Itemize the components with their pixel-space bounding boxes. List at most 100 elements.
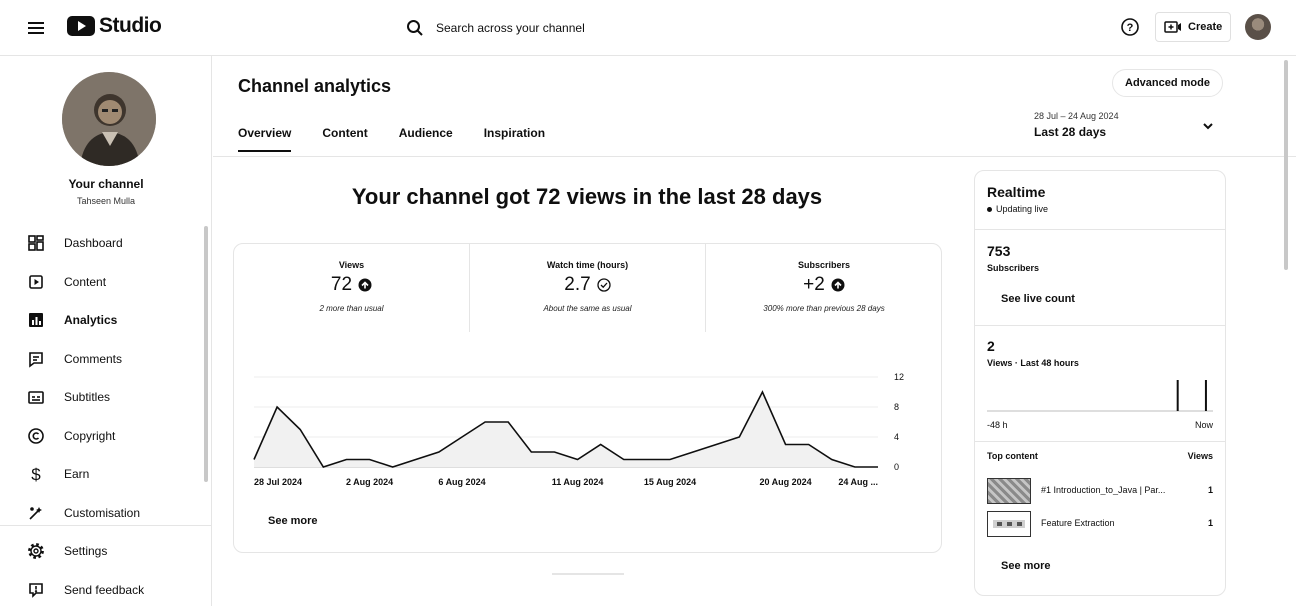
realtime-divider — [975, 325, 1225, 326]
see-more-button[interactable]: See more — [989, 553, 1063, 579]
sidebar: Your channel Tahseen Mulla Dashboard Con… — [0, 56, 212, 606]
live-dot-icon — [987, 206, 992, 212]
overview-card: Views 72 2 more than usual Watch time (h… — [233, 243, 942, 553]
metric-value: 72 — [330, 274, 353, 295]
search-input[interactable] — [436, 21, 856, 35]
analytics-icon — [26, 310, 46, 330]
realtime-bar — [1176, 380, 1179, 411]
realtime-title: Realtime — [987, 184, 1046, 200]
sidebar-item-comments[interactable]: Comments — [0, 340, 212, 379]
tab-audience[interactable]: Audience — [399, 126, 453, 152]
date-range-label: Last 28 days — [1034, 125, 1107, 139]
sidebar-item-content[interactable]: Content — [0, 263, 212, 302]
copyright-icon — [26, 426, 46, 446]
sidebar-item-label: Earn — [64, 467, 90, 482]
metric-note: 300% more than previous 28 days — [763, 304, 885, 313]
check-circle-icon — [597, 278, 611, 292]
x-tick-label: 20 Aug 2024 — [759, 477, 811, 487]
top-content-row[interactable]: #1 Introduction_to_Java | Par... 1 — [987, 478, 1213, 504]
customisation-icon — [26, 503, 46, 523]
realtime-axis-end: Now — [1194, 420, 1213, 430]
top-content-title: #1 Introduction_to_Java | Par... — [1041, 485, 1166, 495]
x-tick-label: 6 Aug 2024 — [438, 477, 485, 487]
sidebar-scrollbar[interactable] — [204, 226, 208, 482]
realtime-divider — [975, 229, 1225, 230]
advanced-mode-button[interactable]: Advanced mode — [1112, 69, 1223, 97]
subtitles-icon — [26, 387, 46, 407]
sidebar-nav: Dashboard Content Analytics Comments Sub… — [0, 224, 212, 532]
realtime-card: Realtime Updating live 753 Subscribers S… — [974, 170, 1226, 596]
realtime-axis-start: -48 h — [987, 420, 1008, 430]
metric-views[interactable]: Views 72 2 more than usual — [234, 244, 470, 332]
search-bar[interactable] — [392, 8, 904, 48]
metric-watch-time[interactable]: Watch time (hours) 2.7 About the same as… — [470, 244, 706, 332]
analytics-headline: Your channel got 72 views in the last 28… — [351, 184, 823, 209]
arrow-up-circle-icon — [358, 278, 372, 292]
see-more-button[interactable]: See more — [256, 508, 330, 534]
y-tick-label: 4 — [894, 432, 899, 442]
sidebar-item-customisation[interactable]: Customisation — [0, 494, 212, 533]
analytics-tabs: Overview Content Audience Inspiration — [238, 126, 576, 152]
metric-value: 2.7 — [564, 274, 591, 295]
logo-text: Studio — [99, 14, 162, 37]
sidebar-item-analytics[interactable]: Analytics — [0, 301, 212, 340]
sidebar-item-label: Content — [64, 274, 107, 289]
sidebar-divider — [0, 525, 212, 526]
realtime-divider — [975, 441, 1225, 442]
metric-subscribers[interactable]: Subscribers +2 300% more than previous 2… — [706, 244, 942, 332]
channel-avatar[interactable] — [62, 72, 156, 166]
metric-value: +2 — [803, 274, 825, 295]
sidebar-item-label: Subtitles — [64, 390, 111, 405]
feedback-icon — [26, 580, 46, 600]
menu-icon[interactable] — [24, 16, 48, 40]
comments-icon — [26, 349, 46, 369]
sidebar-item-label: Send feedback — [64, 582, 145, 597]
sidebar-item-send-feedback[interactable]: Send feedback — [0, 571, 212, 606]
realtime-views-chart[interactable] — [987, 376, 1213, 412]
sidebar-item-copyright[interactable]: Copyright — [0, 417, 212, 456]
date-range-dates: 28 Jul – 24 Aug 2024 — [1034, 111, 1119, 121]
sidebar-item-earn[interactable]: $ Earn — [0, 455, 212, 494]
tab-content[interactable]: Content — [322, 126, 367, 152]
create-label: Create — [1188, 21, 1223, 33]
youtube-logo-icon — [67, 16, 95, 36]
pagination-indicator — [552, 573, 624, 575]
video-thumbnail — [987, 511, 1031, 537]
realtime-subscribers-value: 753 — [987, 243, 1011, 259]
sidebar-item-settings[interactable]: Settings — [0, 532, 212, 571]
sidebar-bottom-nav: Settings Send feedback — [0, 532, 212, 606]
x-tick-label: 24 Aug ... — [838, 477, 878, 487]
content-icon — [26, 272, 46, 292]
y-tick-label: 0 — [894, 462, 899, 472]
studio-logo[interactable]: Studio — [67, 14, 162, 38]
svg-text:$: $ — [31, 465, 41, 484]
realtime-bar — [1204, 380, 1207, 411]
tab-inspiration[interactable]: Inspiration — [484, 126, 545, 152]
views-chart[interactable]: 0 4 8 12 28 Jul 2024 2 Aug 2024 6 Aug 2024 11 A… — [234, 354, 943, 494]
create-button[interactable]: Create — [1155, 12, 1232, 42]
search-icon[interactable] — [406, 19, 424, 37]
sidebar-item-dashboard[interactable]: Dashboard — [0, 224, 212, 263]
x-tick-label: 28 Jul 2024 — [254, 477, 302, 487]
video-thumbnail — [987, 478, 1031, 504]
help-icon[interactable]: ? — [1120, 17, 1140, 37]
chevron-down-icon[interactable] — [1200, 118, 1216, 134]
realtime-status: Updating live — [987, 204, 1048, 214]
account-avatar[interactable] — [1245, 14, 1271, 40]
page-scrollbar[interactable] — [1284, 60, 1288, 270]
metric-label: Views — [338, 260, 365, 270]
top-content-title: Feature Extraction — [1041, 518, 1115, 528]
arrow-up-circle-icon — [831, 278, 845, 292]
settings-icon — [26, 541, 46, 561]
date-range-selector[interactable]: 28 Jul – 24 Aug 2024 Last 28 days — [1034, 111, 1119, 139]
sidebar-item-label: Settings — [64, 544, 108, 559]
sidebar-item-subtitles[interactable]: Subtitles — [0, 378, 212, 417]
realtime-subscribers-label: Subscribers — [987, 263, 1040, 273]
tab-overview[interactable]: Overview — [238, 126, 292, 152]
see-live-count-button[interactable]: See live count — [989, 286, 1087, 312]
top-content-label: Top content — [987, 451, 1038, 461]
x-tick-label: 11 Aug 2024 — [552, 477, 604, 487]
sidebar-item-label: Comments — [64, 351, 123, 366]
top-content-row[interactable]: Feature Extraction 1 — [987, 511, 1213, 537]
earn-icon: $ — [26, 464, 46, 484]
